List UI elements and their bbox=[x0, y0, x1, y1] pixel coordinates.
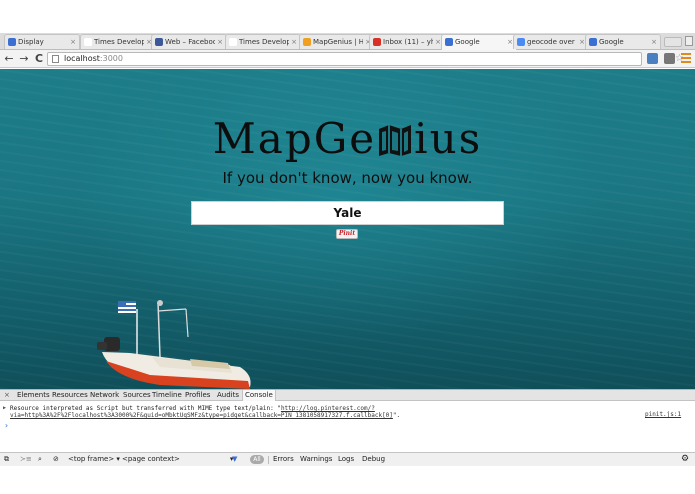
tab-close-icon[interactable]: × bbox=[651, 35, 657, 49]
boat-illustration bbox=[97, 300, 251, 389]
console-message-end: ". bbox=[392, 412, 401, 419]
filter-debug[interactable]: Debug bbox=[362, 453, 385, 466]
web-viewport: MapGe ius If you don't know, now you know… bbox=[0, 69, 695, 389]
devtools-tab-timeline[interactable]: Timeline bbox=[150, 390, 184, 400]
tab-favicon-icon bbox=[373, 38, 381, 46]
filter-errors[interactable]: Errors bbox=[273, 453, 294, 466]
address-port: :3000 bbox=[99, 54, 123, 63]
page-icon bbox=[52, 55, 59, 63]
tab-label: Google bbox=[455, 38, 480, 46]
expand-triangle-icon[interactable]: ▶ bbox=[3, 405, 6, 412]
devtools-close-icon[interactable]: × bbox=[4, 390, 10, 400]
browser-tab[interactable]: Times Develop × bbox=[80, 34, 156, 49]
address-bar[interactable]: localhost:3000 ☆ bbox=[47, 52, 684, 66]
tab-favicon-icon bbox=[589, 38, 597, 46]
browser-tab[interactable]: Web – Faceboo × bbox=[151, 34, 227, 49]
pinit-button[interactable]: Pinit bbox=[336, 229, 358, 239]
browser-tab[interactable]: Google × bbox=[441, 34, 517, 50]
tab-favicon-icon bbox=[517, 38, 525, 46]
new-tab-button[interactable] bbox=[664, 37, 682, 47]
filter-all-button[interactable]: All bbox=[250, 455, 264, 464]
address-host: localhost bbox=[64, 54, 100, 63]
inspect-search-icon[interactable]: ⌕ bbox=[38, 453, 42, 466]
console-output: ▶ Resource interpreted as Script but tra… bbox=[0, 402, 695, 456]
tab-close-icon[interactable]: × bbox=[217, 35, 223, 49]
tab-label: Times Develop bbox=[94, 38, 144, 46]
frame-select-value: <top frame> bbox=[68, 455, 115, 463]
logo-text-start: MapGe bbox=[212, 114, 377, 163]
filter-logs[interactable]: Logs bbox=[338, 453, 354, 466]
tab-label: MapGenius | H bbox=[313, 38, 363, 46]
clear-console-icon[interactable]: ⊘ bbox=[53, 453, 59, 466]
mapgenius-logo: MapGe ius bbox=[0, 114, 695, 163]
window-top-area bbox=[0, 0, 695, 33]
browser-tab[interactable]: Inbox (11) – yh × bbox=[369, 34, 445, 49]
tab-favicon-icon bbox=[84, 38, 92, 46]
browser-tab[interactable]: Google × bbox=[585, 34, 661, 49]
filter-icon[interactable]: ▼ bbox=[232, 453, 237, 466]
tab-strip: Display × Times Develop × Web – Faceboo × Time… bbox=[0, 0, 695, 50]
tab-favicon-icon bbox=[155, 38, 163, 46]
folded-map-icon bbox=[379, 125, 412, 156]
location-search-input[interactable]: Yale bbox=[191, 201, 504, 225]
devtools-statusbar: ⧉ ≻≡ ⌕ ⊘ <top frame> ▾ <page context> ▾ ▼… bbox=[0, 452, 695, 466]
devtools-panel: × Elements Resources Network Sources Timelin… bbox=[0, 389, 695, 494]
show-drawer-icon[interactable]: ≻≡ bbox=[20, 453, 32, 466]
devtools-tab-resources[interactable]: Resources bbox=[50, 390, 90, 400]
separator bbox=[268, 456, 269, 464]
browser-window: Display × Times Develop × Web – Faceboo × Time… bbox=[0, 0, 695, 494]
extension-icon[interactable] bbox=[647, 53, 658, 64]
tab-label: Web – Faceboo bbox=[165, 38, 215, 46]
tab-favicon-icon bbox=[303, 38, 311, 46]
tabs-row: Display × Times Develop × Web – Faceboo × Time… bbox=[0, 34, 695, 50]
context-select[interactable]: <page context> ▾ bbox=[122, 454, 233, 465]
reload-button[interactable]: C bbox=[32, 51, 46, 67]
context-select-value: <page context> bbox=[122, 455, 180, 463]
tab-label: Times Develop bbox=[239, 38, 289, 46]
browser-tab[interactable]: Display × bbox=[4, 34, 80, 49]
menu-icon[interactable] bbox=[681, 53, 691, 63]
console-prompt[interactable]: › bbox=[4, 421, 9, 430]
forward-button[interactable]: → bbox=[17, 51, 31, 67]
back-button[interactable]: ← bbox=[2, 51, 16, 67]
devtools-tab-elements[interactable]: Elements bbox=[15, 390, 52, 400]
browser-tab[interactable]: MapGenius | H× bbox=[299, 34, 375, 49]
console-message-text: Resource interpreted as Script but trans… bbox=[10, 405, 281, 412]
console-source-link[interactable]: pinit.js:1 bbox=[645, 411, 681, 418]
settings-gear-icon[interactable]: ⚙ bbox=[681, 453, 689, 466]
tab-label: geocode over a bbox=[527, 38, 577, 46]
filter-warnings[interactable]: Warnings bbox=[300, 453, 332, 466]
console-message: ▶ Resource interpreted as Script but tra… bbox=[3, 405, 630, 419]
tab-favicon-icon bbox=[229, 38, 237, 46]
window-restore-icon[interactable] bbox=[685, 36, 693, 46]
tab-close-icon[interactable]: × bbox=[291, 35, 297, 49]
devtools-bottom-area bbox=[0, 467, 695, 494]
devtools-tab-audits[interactable]: Audits bbox=[215, 390, 241, 400]
logo-text-end: ius bbox=[414, 114, 483, 163]
tab-favicon-icon bbox=[445, 38, 453, 46]
camera-extension-icon[interactable] bbox=[664, 53, 675, 64]
frame-select[interactable]: <top frame> ▾ bbox=[68, 454, 120, 465]
tab-label: Inbox (11) – yh bbox=[383, 38, 433, 46]
tab-favicon-icon bbox=[8, 38, 16, 46]
tab-label: Google bbox=[599, 38, 624, 46]
devtools-tab-network[interactable]: Network bbox=[88, 390, 121, 400]
browser-toolbar: ← → C localhost:3000 ☆ bbox=[0, 50, 695, 68]
devtools-tabbar: × Elements Resources Network Sources Timelin… bbox=[0, 389, 695, 401]
tab-close-icon[interactable]: × bbox=[70, 35, 76, 49]
devtools-tab-console[interactable]: Console bbox=[242, 390, 276, 401]
browser-tab[interactable]: geocode over a × bbox=[513, 34, 589, 49]
tagline: If you don't know, now you know. bbox=[222, 169, 473, 187]
dock-icon[interactable]: ⧉ bbox=[4, 453, 9, 466]
tab-label: Display bbox=[18, 38, 44, 46]
browser-tab[interactable]: Times Develop × bbox=[225, 34, 301, 49]
devtools-tab-profiles[interactable]: Profiles bbox=[183, 390, 212, 400]
devtools-tab-sources[interactable]: Sources bbox=[121, 390, 153, 400]
